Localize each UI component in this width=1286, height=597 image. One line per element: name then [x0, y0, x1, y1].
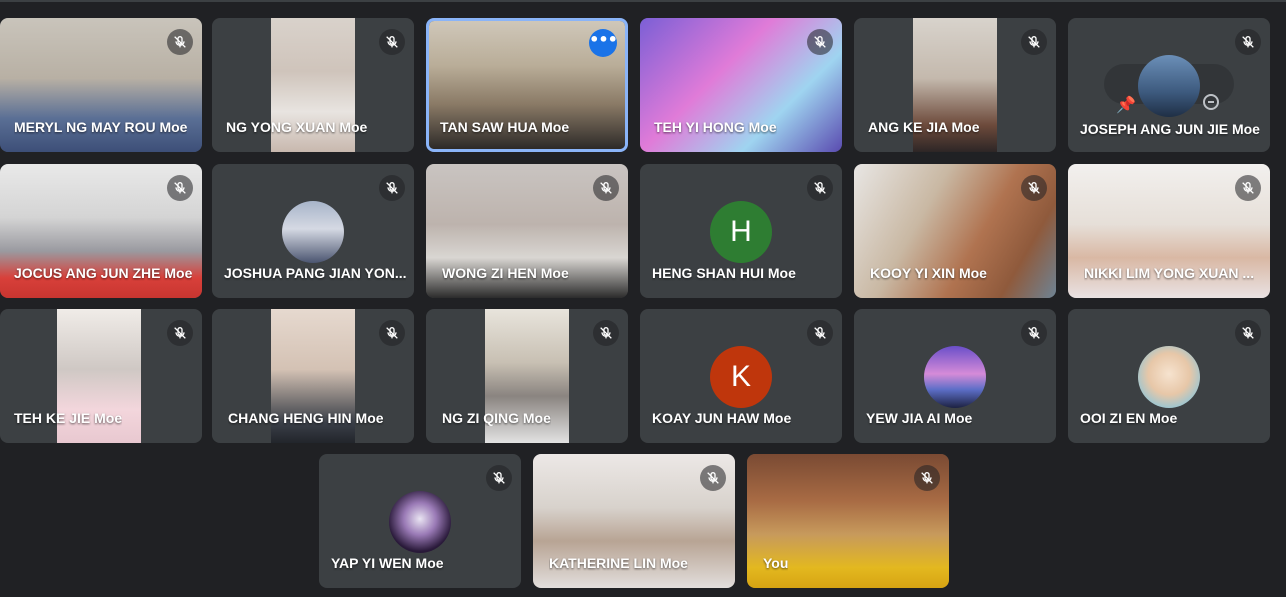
mic-off-icon	[593, 320, 619, 346]
participant-name: YAP YI WEN Moe	[331, 555, 444, 571]
participant-avatar	[1138, 55, 1200, 117]
participant-name: TEH KE JIE Moe	[14, 410, 123, 426]
mic-off-icon	[1235, 29, 1261, 55]
participant-name: KOAY JUN HAW Moe	[652, 410, 792, 426]
participant-name: TAN SAW HUA Moe	[440, 119, 570, 135]
mic-off-icon	[700, 465, 726, 491]
participant-name: MERYL NG MAY ROU Moe	[14, 119, 188, 135]
participant-tile[interactable]: MERYL NG MAY ROU Moe	[0, 18, 202, 152]
more-options-icon[interactable]: •••	[589, 29, 618, 57]
participant-tile[interactable]: KOOY YI XIN Moe	[854, 164, 1056, 298]
participant-tile[interactable]: TEH YI HONG Moe	[640, 18, 842, 152]
participant-tile[interactable]: ANG KE JIA Moe	[854, 18, 1056, 152]
mic-off-icon	[1021, 175, 1047, 201]
mic-off-icon	[167, 175, 193, 201]
participant-name: WONG ZI HEN Moe	[442, 265, 569, 281]
mic-off-icon	[1235, 175, 1261, 201]
participant-name: JOSHUA PANG JIAN YON...	[224, 265, 406, 281]
mic-off-icon	[807, 29, 833, 55]
participant-name: KOOY YI XIN Moe	[870, 265, 987, 281]
participant-tile[interactable]: OOI ZI EN Moe	[1068, 309, 1270, 443]
participant-tile[interactable]: NG YONG XUAN Moe	[212, 18, 414, 152]
participant-name: JOCUS ANG JUN ZHE Moe	[14, 265, 192, 281]
participant-tile[interactable]: YAP YI WEN Moe	[319, 454, 521, 588]
mic-off-icon	[379, 320, 405, 346]
participant-name: YEW JIA AI Moe	[866, 410, 973, 426]
self-view-tile[interactable]: You	[747, 454, 949, 588]
participant-tile[interactable]: WONG ZI HEN Moe	[426, 164, 628, 298]
mic-off-icon	[807, 175, 833, 201]
participant-tile[interactable]: CHANG HENG HIN Moe	[212, 309, 414, 443]
mic-off-icon	[914, 465, 940, 491]
participant-tile[interactable]: KATHERINE LIN Moe	[533, 454, 735, 588]
mic-off-icon	[486, 465, 512, 491]
mic-off-icon	[1021, 320, 1047, 346]
participant-avatar: H	[710, 201, 772, 263]
participant-avatar	[389, 491, 451, 553]
self-name: You	[763, 555, 789, 571]
participant-tile[interactable]: YEW JIA AI Moe	[854, 309, 1056, 443]
remove-icon[interactable]	[1203, 94, 1219, 110]
participant-tile-active-speaker[interactable]: ••• TAN SAW HUA Moe	[426, 18, 628, 152]
mic-off-icon	[593, 175, 619, 201]
mic-off-icon	[167, 29, 193, 55]
mic-off-icon	[167, 320, 193, 346]
participant-tile[interactable]: K KOAY JUN HAW Moe	[640, 309, 842, 443]
participant-name: ANG KE JIA Moe	[868, 119, 980, 135]
mic-off-icon	[1235, 320, 1261, 346]
participant-name: TEH YI HONG Moe	[654, 119, 777, 135]
participant-avatar	[1138, 346, 1200, 408]
mic-off-icon	[379, 29, 405, 55]
participant-name: OOI ZI EN Moe	[1080, 410, 1178, 426]
participant-tile[interactable]: 📌 JOSEPH ANG JUN JIE Moe	[1068, 18, 1270, 152]
participant-name: CHANG HENG HIN Moe	[228, 410, 384, 426]
participant-name: JOSEPH ANG JUN JIE Moe	[1080, 121, 1260, 137]
mic-off-icon	[379, 175, 405, 201]
participant-tile[interactable]: TEH KE JIE Moe	[0, 309, 202, 443]
mic-off-icon	[807, 320, 833, 346]
participant-name: KATHERINE LIN Moe	[549, 555, 688, 571]
participant-tile[interactable]: JOSHUA PANG JIAN YON...	[212, 164, 414, 298]
participant-name: NIKKI LIM YONG XUAN ...	[1084, 265, 1255, 281]
participant-avatar: K	[710, 346, 772, 408]
mic-off-icon	[1021, 29, 1047, 55]
participant-tile[interactable]: NIKKI LIM YONG XUAN ...	[1068, 164, 1270, 298]
participant-tile[interactable]: H HENG SHAN HUI Moe	[640, 164, 842, 298]
participant-avatar	[282, 201, 344, 263]
participant-avatar	[924, 346, 986, 408]
participant-tile[interactable]: JOCUS ANG JUN ZHE Moe	[0, 164, 202, 298]
participant-name: NG ZI QING Moe	[442, 410, 551, 426]
pin-icon[interactable]: 📌	[1116, 95, 1136, 115]
participant-name: NG YONG XUAN Moe	[226, 119, 368, 135]
top-divider	[0, 0, 1286, 2]
participant-tile[interactable]: NG ZI QING Moe	[426, 309, 628, 443]
participant-name: HENG SHAN HUI Moe	[652, 265, 796, 281]
